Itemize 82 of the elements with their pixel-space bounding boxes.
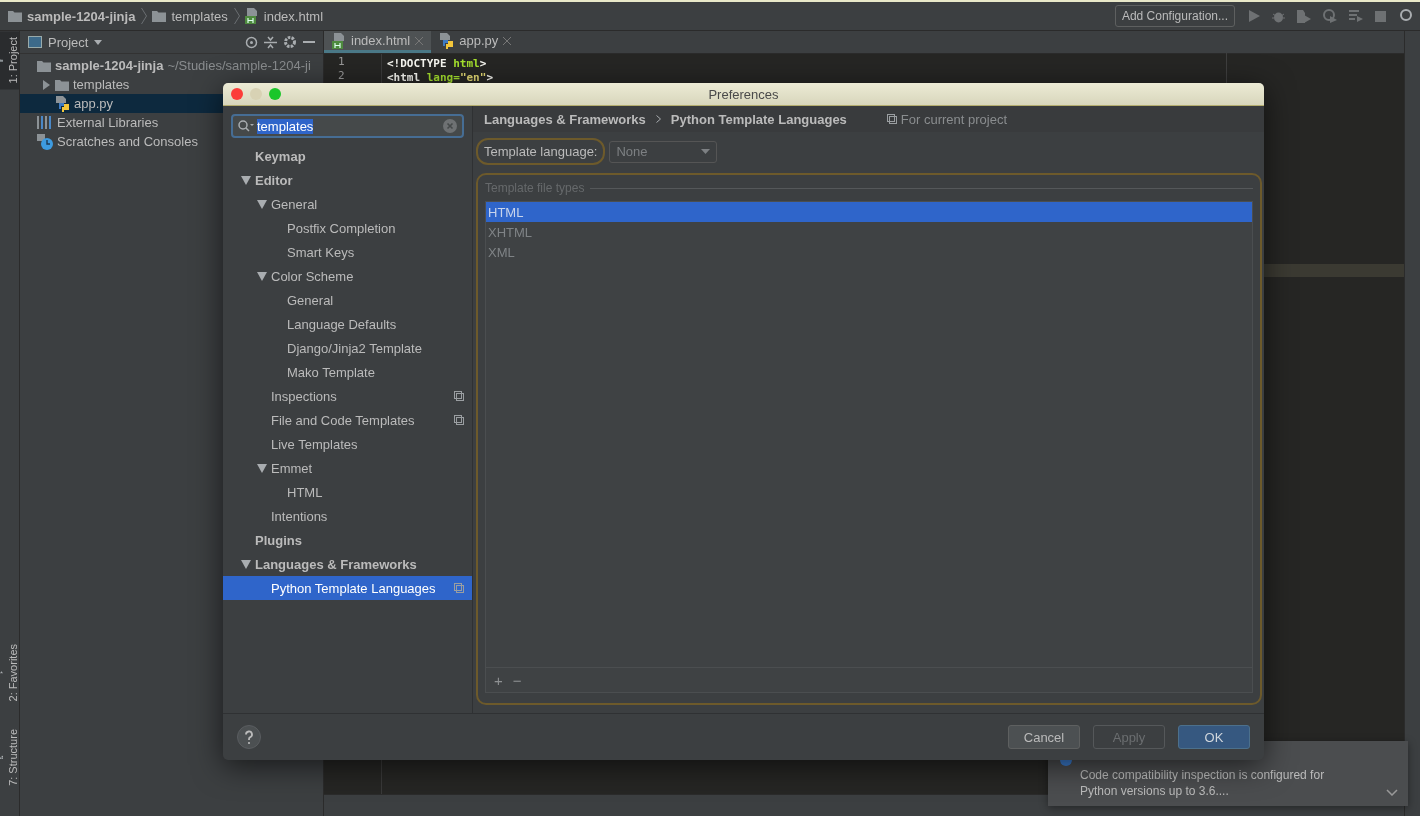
editor-tab[interactable]: index.html — [324, 31, 432, 53]
editor-tab[interactable]: app.py — [431, 31, 520, 53]
close-window-icon[interactable] — [231, 88, 243, 100]
settings-tree-item[interactable]: Mako Template — [223, 360, 472, 384]
tool-window-button[interactable]: 1: Project — [0, 31, 19, 90]
line-number: 1 — [337, 55, 346, 69]
breadcrumb-item: Languages & Frameworks — [484, 111, 646, 127]
settings-tree-item[interactable]: Live Templates — [223, 432, 472, 456]
expanded-arrow-icon[interactable] — [257, 271, 267, 281]
settings-tree-item[interactable]: Emmet — [223, 456, 472, 480]
settings-tree-item[interactable]: Plugins — [223, 528, 472, 552]
html-file-icon — [244, 8, 259, 24]
panel-title[interactable]: Project — [48, 34, 89, 50]
profiler-icon[interactable] — [1323, 9, 1337, 23]
settings-tree-item[interactable]: Keymap — [223, 144, 472, 168]
file-type-item[interactable]: HTML — [486, 202, 1252, 222]
dialog-button[interactable]: OK — [1178, 725, 1250, 749]
run-list-icon[interactable] — [1349, 10, 1363, 22]
locate-icon[interactable] — [245, 35, 258, 49]
settings-tree-item[interactable]: General — [223, 288, 472, 312]
settings-tree-item[interactable]: Languages & Frameworks — [223, 552, 472, 576]
collapsed-arrow-icon[interactable] — [42, 79, 51, 90]
breadcrumb-item[interactable]: templates — [171, 8, 228, 24]
settings-tree-item[interactable]: Python Template Languages — [223, 576, 472, 600]
zoom-window-icon[interactable] — [269, 88, 281, 100]
library-icon — [37, 116, 53, 129]
expanded-arrow-icon[interactable] — [257, 199, 267, 209]
settings-tree-item[interactable]: Intentions — [223, 504, 472, 528]
chevron-icon — [141, 7, 148, 25]
settings-tree-item[interactable]: General — [223, 192, 472, 216]
expanded-arrow-icon[interactable] — [257, 463, 267, 473]
clear-icon[interactable] — [443, 119, 457, 133]
project-tree-item[interactable]: sample-1204-jinja ~/Studies/sample-1204-ji — [20, 56, 323, 75]
chevron-icon — [233, 7, 240, 25]
close-icon[interactable] — [415, 36, 424, 45]
project-scope-icon — [886, 114, 897, 124]
field-label: Template language: — [476, 138, 606, 165]
breadcrumb-item[interactable]: index.html — [263, 8, 323, 24]
dropdown-arrow-icon — [701, 149, 711, 154]
panel-icon — [28, 36, 42, 48]
dialog-button[interactable]: Cancel — [1008, 725, 1080, 749]
scope-label: For current project — [900, 111, 1008, 127]
window-title: Preferences — [708, 86, 779, 102]
chevron-icon — [655, 115, 661, 123]
breadcrumb-item[interactable]: sample-1204-jinja — [27, 8, 136, 24]
html-file-icon — [332, 32, 346, 49]
coverage-icon[interactable] — [1297, 9, 1311, 23]
python-file-icon — [439, 32, 455, 49]
help-icon[interactable] — [237, 725, 261, 749]
project-path: ~/Studies/sample-1204-ji — [167, 58, 311, 73]
stop-icon[interactable] — [1375, 10, 1386, 22]
code-line: <html lang="en"> — [387, 71, 494, 85]
expand-chevron-icon[interactable] — [1386, 789, 1398, 796]
gear-icon[interactable] — [283, 35, 297, 49]
settings-tree-item[interactable]: Smart Keys — [223, 240, 472, 264]
settings-tree-item[interactable]: Language Defaults — [223, 312, 472, 336]
notification-text: Code compatibility inspection is configured for Python versions up to 3.6.... — [1080, 767, 1325, 799]
collapse-all-icon[interactable] — [264, 35, 277, 49]
settings-tree-item[interactable]: Django/Jinja2 Template — [223, 336, 472, 360]
dropdown-arrow-icon[interactable] — [94, 39, 103, 45]
settings-tree-item[interactable]: Inspections — [223, 384, 472, 408]
settings-tree-item[interactable]: Editor — [223, 168, 472, 192]
search-field[interactable]: templates — [231, 114, 464, 138]
tool-window-button[interactable]: 7: Structure — [0, 723, 19, 792]
project-tree-item[interactable]: templates — [20, 75, 323, 94]
line-number: 2 — [337, 69, 346, 83]
close-icon[interactable] — [503, 36, 512, 45]
add-configuration-button[interactable]: Add Configuration... — [1114, 5, 1235, 27]
expanded-arrow-icon[interactable] — [241, 559, 251, 569]
search-icon[interactable] — [1398, 9, 1412, 23]
settings-tree-item[interactable]: HTML — [223, 480, 472, 504]
settings-tree-item[interactable]: Postfix Completion — [223, 216, 472, 240]
settings-tree-item[interactable]: Color Scheme — [223, 264, 472, 288]
code-line: <!DOCTYPE html> — [387, 57, 488, 71]
python-file-icon — [55, 95, 70, 112]
expanded-arrow-icon[interactable] — [241, 175, 251, 185]
settings-tree-item[interactable]: File and Code Templates — [223, 408, 472, 432]
search-icon — [238, 120, 254, 132]
scratch-clock-icon — [37, 133, 53, 150]
breadcrumb-item: Python Template Languages — [670, 111, 847, 127]
tool-window-button[interactable]: 2: Favorites — [0, 637, 19, 708]
run-icon[interactable] — [1249, 10, 1260, 22]
